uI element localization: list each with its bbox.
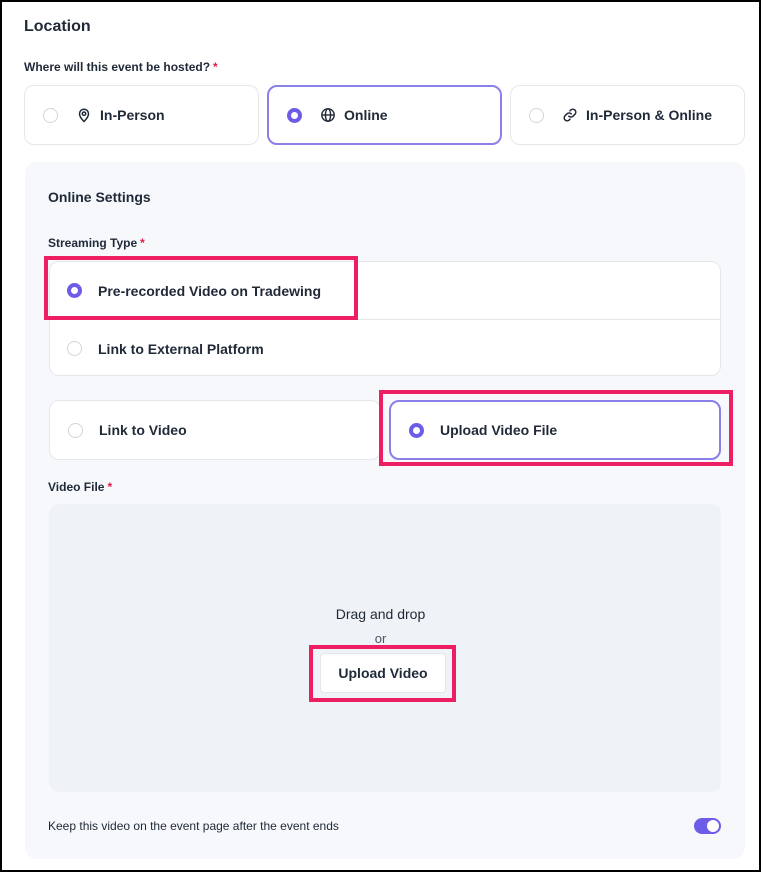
link-icon [562,107,578,123]
radio-prerecorded[interactable] [67,283,82,298]
streaming-option-prerecorded[interactable]: Pre-recorded Video on Tradewing [50,262,720,319]
location-option-label: Online [344,107,388,123]
required-mark: * [107,480,113,494]
streaming-option-external[interactable]: Link to External Platform [50,320,720,377]
streaming-type-group: Pre-recorded Video on Tradewing Link to … [49,261,721,376]
radio-link-to-video[interactable] [68,422,83,438]
streaming-type-label: Streaming Type * [48,236,145,250]
screenshot-frame: Location Where will this event be hosted… [0,0,761,872]
online-settings-title: Online Settings [48,189,151,205]
streaming-option-label: Pre-recorded Video on Tradewing [98,282,322,299]
video-source-upload[interactable]: Upload Video File [389,400,721,460]
required-mark: * [213,60,218,74]
video-source-label: Upload Video File [440,422,558,438]
video-file-text: Video File [48,480,105,494]
dropzone-drag-text: Drag and drop [335,606,426,622]
video-file-label: Video File * [48,480,112,494]
video-source-label: Link to Video [99,422,187,438]
radio-in-person[interactable] [43,107,58,123]
dropzone-or-text: or [374,631,387,646]
location-option-in-person[interactable]: In-Person [24,85,259,145]
location-option-hybrid[interactable]: In-Person & Online [510,85,745,145]
keep-video-label: Keep this video on the event page after … [48,819,339,833]
keep-video-toggle[interactable] [694,818,721,834]
radio-online[interactable] [287,107,302,123]
hosted-question-text: Where will this event be hosted? [24,60,211,74]
streaming-type-text: Streaming Type [48,236,138,250]
section-title-location: Location [24,18,91,35]
location-option-label: In-Person & Online [586,107,713,123]
map-pin-icon [76,107,92,123]
upload-video-button[interactable]: Upload Video [320,653,446,693]
hosted-question-label: Where will this event be hosted? * [24,60,218,74]
globe-icon [320,107,336,123]
location-option-label: In-Person [100,107,165,123]
streaming-option-label: Link to External Platform [98,340,264,357]
video-dropzone[interactable] [49,504,721,792]
location-option-online[interactable]: Online [267,85,502,145]
video-source-link[interactable]: Link to Video [49,400,381,460]
radio-upload-video-file[interactable] [409,422,424,438]
toggle-knob [707,820,719,832]
required-mark: * [140,236,145,250]
radio-hybrid[interactable] [529,107,544,123]
radio-external[interactable] [67,341,82,356]
